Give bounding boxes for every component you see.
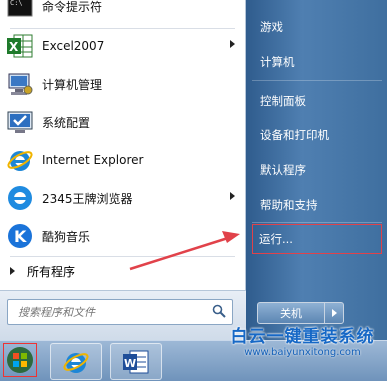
watermark-url: www.baiyunxitong.com xyxy=(244,347,361,358)
taskbar-ie[interactable] xyxy=(50,343,102,380)
windows-logo-icon xyxy=(7,347,33,373)
start-button[interactable] xyxy=(3,343,37,377)
word-icon: W xyxy=(123,350,149,373)
annotation-arrow xyxy=(129,231,240,271)
ie-icon xyxy=(63,352,89,373)
watermark: 白云一键重装系统 www.baiyunxitong.com xyxy=(220,327,385,359)
svg-text:W: W xyxy=(124,357,136,370)
taskbar-word[interactable]: W xyxy=(110,343,162,380)
watermark-title: 白云一键重装系统 xyxy=(230,327,375,347)
